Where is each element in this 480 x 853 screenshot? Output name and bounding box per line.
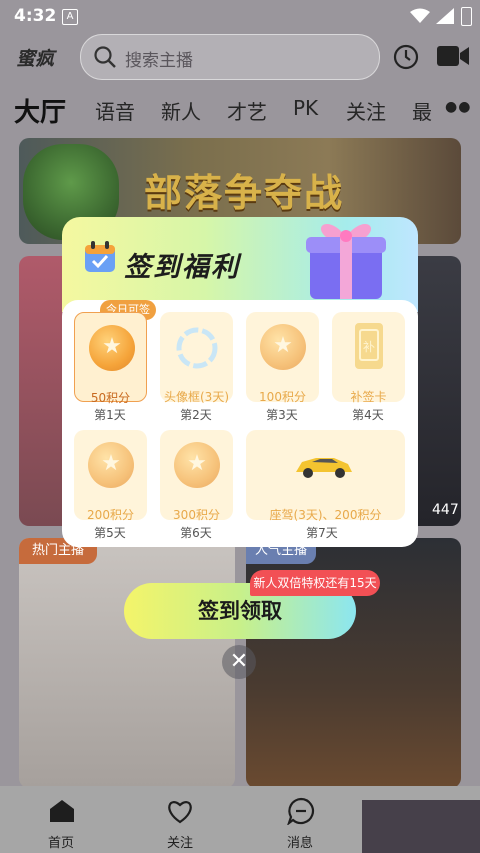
svg-text:补: 补 [363,340,375,354]
tab-pk[interactable]: PK [293,96,318,120]
coin-icon: ★ [260,324,306,370]
avatar-frame-icon [176,327,218,369]
notification-icon: A [62,9,78,25]
nav-home[interactable]: 首页 [16,786,106,853]
tab-talent[interactable]: 才艺 [227,96,267,125]
day-slot-6[interactable]: ★ 300积分 [160,430,233,522]
heart-icon [168,801,192,824]
search-placeholder: 搜索主播 [125,51,193,71]
floating-thumbnail[interactable] [362,800,480,853]
stream-card[interactable]: 热门主播 [19,538,235,788]
live-camera-icon[interactable] [437,44,469,68]
day-slot-4[interactable]: 补 补签卡 [332,312,405,404]
day-reward: 100积分 [259,390,306,404]
newbie-privilege-tag: 新人双倍特权还有15天 [250,570,380,596]
day-reward: 200积分 [87,508,134,522]
day-reward: 头像框(3天) [164,390,229,404]
gift-box-icon [306,223,386,299]
day-slot-7[interactable]: 座驾(3天)、200积分 [246,430,405,522]
day-slot-2[interactable]: 头像框(3天) [160,312,233,404]
day-label: 第5天 [94,526,126,540]
car-icon [296,458,352,478]
nav-messages-label: 消息 [286,836,313,851]
more-tabs-icon[interactable]: ●● [445,99,471,115]
day-reward: 补签卡 [350,390,387,404]
app-logo: 蜜疯 [16,48,55,70]
tab-latest[interactable]: 最 [412,96,432,125]
day-reward: 座驾(3天)、200积分 [269,508,382,522]
nav-messages[interactable]: 消息 [255,786,345,853]
day-label: 第1天 [94,408,126,422]
day-slot-5[interactable]: ★ 200积分 [74,430,147,522]
day-reward: 50积分 [90,391,131,405]
day-reward: 300积分 [173,508,220,522]
search-bar[interactable]: 搜索主播 [80,34,380,80]
nav-follow-label: 关注 [166,836,193,851]
battery-icon [461,7,472,26]
day-slot-1[interactable]: ★ 50积分 [74,312,147,405]
day-label: 第6天 [180,526,212,540]
status-time: 4:32 [14,6,57,26]
popup-title: 签到福利 [124,252,240,283]
nav-follow[interactable]: 关注 [135,786,225,853]
tab-newbie[interactable]: 新人 [161,96,201,125]
popup-body: 今日可签 ★ 50积分 第1天 头像框(3天) 第2天 ★ 100积分 第3天 … [62,300,418,547]
coin-icon: ★ [88,442,134,488]
home-icon [50,800,74,822]
coin-icon: ★ [174,442,220,488]
tab-voice[interactable]: 语音 [95,96,135,125]
history-icon[interactable] [393,44,419,70]
coin-icon: ★ [89,325,135,371]
tab-follow[interactable]: 关注 [346,96,386,125]
search-icon [94,46,116,68]
day-slot-3[interactable]: ★ 100积分 [246,312,319,404]
tab-hall[interactable]: 大厅 [14,92,66,129]
close-icon[interactable]: ✕ [222,645,256,679]
day-label: 第2天 [180,408,212,422]
message-icon [287,797,315,825]
viewer-count: 447 [432,502,459,518]
signal-icon [436,8,454,24]
checkin-popup: 签到福利 今日可签 ★ 50积分 第1天 头像框(3天) 第2天 ★ 100积分… [62,217,418,547]
calendar-icon [85,241,115,272]
day-label: 第4天 [352,408,384,422]
status-bar: 4:32 A [0,0,480,34]
makeup-card-icon: 补 [355,323,383,369]
wifi-icon [410,8,430,23]
day-label: 第7天 [306,526,338,540]
day-label: 第3天 [266,408,298,422]
nav-home-label: 首页 [47,836,74,851]
